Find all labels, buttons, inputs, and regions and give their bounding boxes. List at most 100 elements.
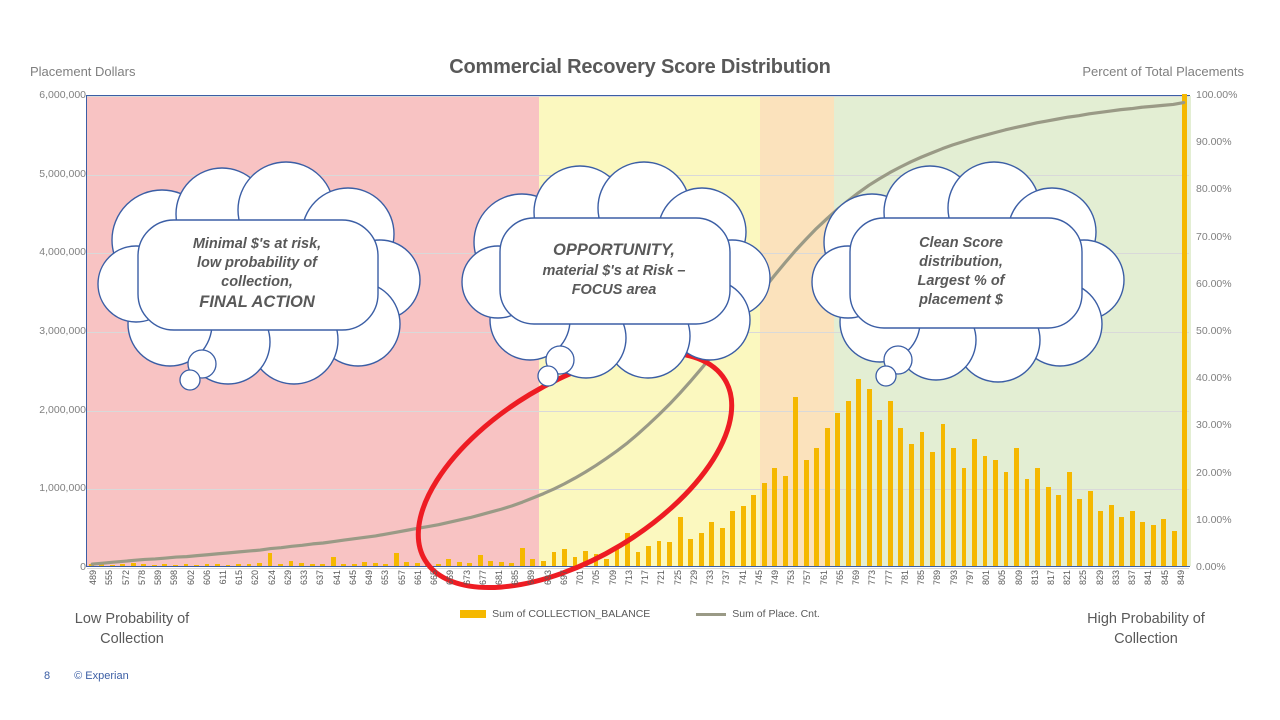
x-axis-tick-label: 717 [640,570,651,586]
x-axis-tick-label: 721 [656,570,667,586]
x-axis-tick-label: 737 [721,570,732,586]
y2-axis-tick-label: 50.00% [1196,325,1232,337]
callout-line: FINAL ACTION [199,292,315,311]
callout-line: FOCUS area [571,281,657,298]
x-axis-tick-label: 620 [250,570,261,586]
page-number: 8 [44,670,51,682]
x-axis-tick-label: 665 [429,570,440,586]
caption-high-probability: High Probability of Collection [1046,610,1246,649]
y2-axis-tick-label: 70.00% [1196,230,1232,243]
x-axis-tick-label: 629 [282,570,293,586]
x-axis-tick-label: 793 [948,570,959,586]
x-axis-tick-label: 555 [104,570,115,586]
x-axis-tick-label: 769 [851,570,862,586]
x-axis-tick-label: 705 [591,570,602,586]
x-axis-tick-label: 789 [932,570,943,586]
callout-line: distribution, [919,254,1003,271]
x-axis-tick-label: 657 [396,570,407,586]
callout-opportunity: OPPORTUNITY, material $'s at Risk – FOCUS … [456,161,774,387]
x-axis-tick-label: 725 [672,570,683,586]
x-axis-tick-label: 709 [607,570,618,586]
x-axis-tick-label: 781 [899,570,910,586]
x-axis-tick-label: 817 [1046,570,1056,586]
callout-text: Minimal $'s at risk, low probability of co… [138,214,376,334]
x-axis-tick-label: 813 [1029,570,1040,586]
callout-line: collection, [221,273,293,290]
x-axis-tick-label: 749 [770,570,780,586]
x-axis-tick-label: 805 [997,570,1008,586]
x-axis-tick-label: 624 [266,570,277,586]
legend-line-swatch-icon [696,612,727,616]
y-axis-tick-label: 5,000,000 [39,167,86,180]
callout-line: Clean Score [919,235,1003,252]
y2-axis-tick-label: 10.00% [1196,513,1232,526]
y2-axis-tick-label: 80.00% [1196,183,1232,196]
x-axis-tick-label: 693 [542,570,553,586]
x-axis-tick-label: 653 [380,570,391,586]
callout-clean-score: Clean Score distribution, Largest % of plac… [806,161,1125,387]
legend-item[interactable]: Sum of COLLECTION_BALANCE [460,608,650,620]
slide-footer: 8 © Experian [44,670,129,682]
y2-axis-tick-label: 20.00% [1196,466,1232,479]
x-axis-tick-label: 615 [234,570,245,586]
y2-axis-tick-label: 90.00% [1196,136,1232,149]
x-axis-tick-label: 669 [445,570,456,586]
caption-low-probability: Low Probability of Collection [32,610,232,649]
x-axis-tick-label: 701 [575,570,586,586]
callout-line: material $'s at Risk – [542,262,686,279]
callout-line: low probability of [196,254,318,271]
x-axis-tick-label: 829 [1094,570,1105,586]
slide: Placement Dollars Commercial Recovery Sc… [0,0,1280,720]
callout-line: Minimal $'s at risk, [192,236,322,253]
x-axis-tick-label: 589 [153,570,164,586]
x-axis-tick-label: 689 [526,570,537,586]
x-axis-tick-label: 645 [347,570,358,586]
y-axis-tick-label: 3,000,000 [39,325,86,337]
x-axis-tick-label: 649 [364,570,375,586]
callout-text: Clean Score distribution, Largest % of plac… [856,212,1066,332]
x-axis-tick-label: 773 [867,570,878,586]
x-axis-tick-label: 713 [623,570,634,586]
x-axis-tick-label: 785 [916,570,927,586]
y-axis-tick-label: 6,000,000 [39,89,86,101]
x-axis-tick-label: 845 [1159,570,1170,586]
caption-low-line1: Low Probability of [74,611,190,627]
y-axis-tick-label: 1,000,000 [39,482,86,495]
x-axis-tick-label: 809 [1013,570,1024,586]
x-axis-tick-label: 733 [705,570,716,586]
legend-bar-swatch-icon [460,610,487,618]
x-axis-tick-label: 681 [494,570,504,586]
x-axis-tick-label: 661 [412,570,423,586]
x-axis-tick-label: 777 [883,570,894,586]
x-axis-tick-label: 841 [1143,570,1154,586]
x-axis-tick-label: 729 [688,570,699,586]
x-axis-tick-label: 578 [136,570,147,586]
y-axis-tick-label: 2,000,000 [39,403,86,416]
y-axis-tick-label: 4,000,000 [39,246,86,259]
x-axis-tick-label: 637 [315,570,326,586]
x-axis-tick-label: 753 [786,570,797,586]
caption-high-line2: Collection [1114,630,1178,647]
legend-label: Sum of COLLECTION_BALANCE [492,608,651,620]
callout-line: OPPORTUNITY, [553,241,675,260]
x-axis-tick-label: 757 [802,570,813,586]
x-axis-tick-label: 801 [981,570,992,586]
y2-axis-tick-label: 40.00% [1196,372,1232,385]
y2-axis-tick-label: 100.00% [1196,89,1238,101]
x-axis-tick-label: 761 [818,570,829,586]
x-axis-tick-label: 633 [299,570,310,586]
caption-high-line1: High Probability of [1087,611,1205,627]
y2-axis-tick-label: 60.00% [1196,277,1232,290]
y2-axis-tick-label: 0.00% [1196,561,1226,573]
callout-text: OPPORTUNITY, material $'s at Risk – FOCUS … [498,216,730,324]
right-axis-title: Percent of Total Placements [1082,64,1244,79]
x-axis-tick-label: 849 [1175,570,1186,586]
x-axis-tick-label: 611 [218,570,228,585]
legend-item[interactable]: Sum of Place. Cnt. [696,608,820,620]
x-axis-tick-label: 606 [201,570,212,586]
x-axis-tick-label: 833 [1110,570,1121,586]
gridline [87,568,1189,569]
callout-final-action: Minimal $'s at risk, low probability of co… [90,161,424,391]
caption-low-line2: Collection [100,630,164,647]
copyright-notice: © Experian [74,670,129,682]
